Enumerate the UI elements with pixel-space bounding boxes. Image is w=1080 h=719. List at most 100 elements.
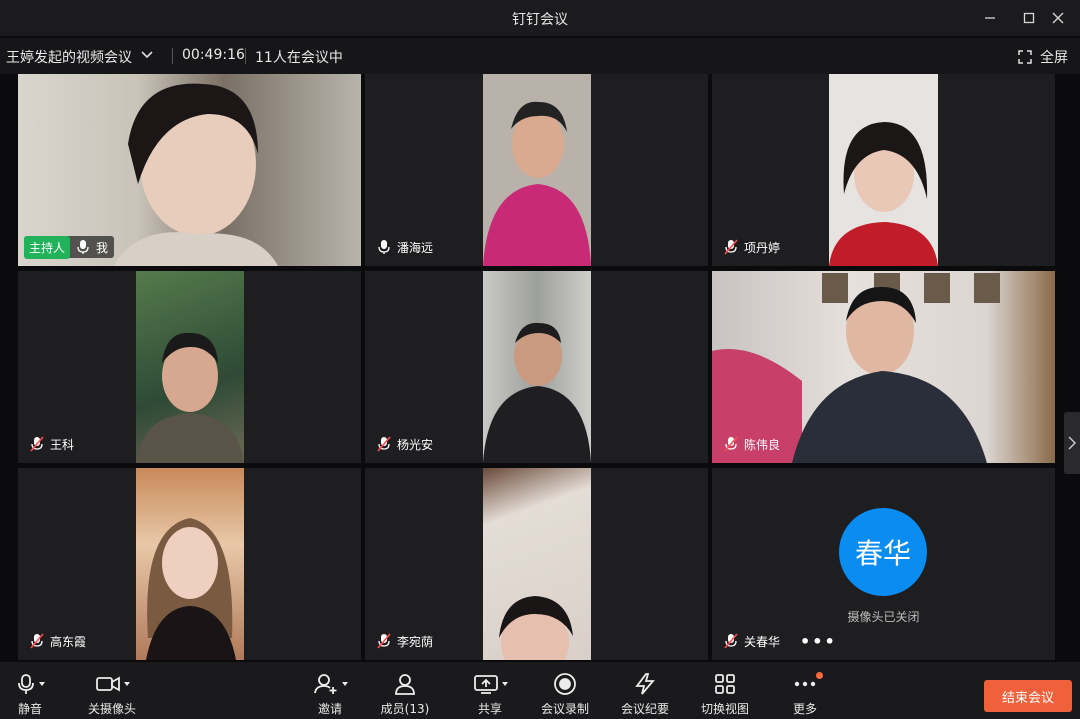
avatar: 春华 (839, 508, 927, 596)
participant-namebar: 高东霞 (30, 630, 86, 652)
window-title: 钉钉会议 (512, 12, 568, 28)
microphone-muted-icon (377, 436, 391, 452)
share-label: 共享 (477, 702, 502, 716)
meeting-info-bar: 王婷发起的视频会议 00:49:16 11人在会议中 全屏 (0, 38, 1080, 74)
participant-tile[interactable]: 王科 (18, 271, 361, 463)
microphone-muted-icon (724, 239, 738, 255)
more-options-button[interactable]: ••• (800, 632, 837, 651)
members-button[interactable]: 成员(13) (365, 670, 445, 717)
participant-tile[interactable]: 潘海远 (365, 74, 708, 266)
microphone-icon (77, 240, 89, 254)
participant-name: 高东霞 (50, 634, 87, 649)
next-page-button[interactable] (1064, 412, 1080, 474)
minutes-label: 会议纪要 (620, 702, 669, 716)
person-silhouette (136, 332, 244, 463)
microphone-muted-icon (30, 633, 44, 649)
invite-button[interactable]: 邀请 (290, 670, 370, 717)
divider (245, 48, 246, 64)
end-meeting-button[interactable]: 结束会议 (984, 680, 1072, 712)
chevron-right-icon (1068, 436, 1076, 450)
participant-video (483, 271, 591, 463)
meeting-name[interactable]: 王婷发起的视频会议 (6, 47, 132, 67)
chevron-down-icon[interactable] (140, 48, 154, 62)
participant-namebar: 王科 (30, 433, 74, 455)
maximize-icon (1023, 12, 1035, 24)
person-silhouette (499, 596, 573, 660)
switch-view-label: 切换视图 (700, 702, 749, 716)
participant-namebar: 李宛荫 (377, 630, 433, 652)
minimize-icon (985, 17, 995, 19)
participant-video (829, 74, 938, 266)
participant-tile[interactable]: 主持人 我 (18, 74, 361, 266)
close-button[interactable] (1036, 0, 1080, 36)
grid-view-icon (715, 674, 735, 694)
participant-namebar: 陈伟良 (724, 433, 780, 455)
title-bar: 钉钉会议 (0, 0, 1080, 36)
participant-name: 项丹婷 (744, 240, 781, 255)
add-user-icon (313, 674, 336, 694)
microphone-muted-icon (30, 436, 44, 452)
record-label: 会议录制 (540, 702, 589, 716)
person-silhouette (483, 322, 591, 463)
share-button[interactable]: 共享 (450, 670, 530, 717)
video-grid: 主持人 我 潘海远 项丹婷 王科 杨光安 陈伟良 高东霞 李宛荫 春华 摄像头已… (0, 74, 1080, 662)
caret-down-icon[interactable] (38, 682, 45, 686)
participant-name: 关春华 (744, 634, 781, 649)
record-button[interactable]: 会议录制 (525, 670, 605, 717)
minimize-button[interactable] (968, 0, 1012, 36)
participant-tile[interactable]: 高东霞 (18, 468, 361, 660)
participant-name: 我 (96, 240, 109, 255)
switch-view-button[interactable]: 切换视图 (685, 670, 765, 717)
microphone-muted-icon (377, 633, 391, 649)
fullscreen-icon (1018, 50, 1032, 64)
participant-tile[interactable]: 杨光安 (365, 271, 708, 463)
caret-down-icon[interactable] (341, 682, 348, 686)
participant-tile[interactable]: 李宛荫 (365, 468, 708, 660)
invite-label: 邀请 (317, 702, 342, 716)
participant-video (136, 468, 244, 660)
divider (172, 48, 173, 64)
participant-tile[interactable]: 陈伟良 (712, 271, 1055, 463)
person-silhouette (829, 122, 938, 266)
meeting-timer: 00:49:16 (182, 47, 245, 63)
record-icon (554, 673, 576, 695)
participant-tile[interactable]: 项丹婷 (712, 74, 1055, 266)
participant-tile[interactable]: 春华 摄像头已关闭 关春华 ••• (712, 468, 1055, 660)
notification-dot (816, 672, 823, 679)
caret-down-icon[interactable] (501, 682, 508, 686)
participant-name: 潘海远 (397, 240, 434, 255)
video-camera-icon (95, 676, 120, 692)
microphone-icon (17, 674, 34, 694)
microphone-muted-icon (724, 633, 738, 649)
participant-video (136, 271, 244, 463)
participant-namebar: 杨光安 (377, 433, 433, 455)
participant-namebar: 关春华 ••• (724, 630, 837, 652)
participant-namebar: 项丹婷 (724, 236, 780, 258)
person-silhouette (146, 518, 236, 660)
participant-namebar: 主持人 我 (24, 235, 115, 259)
camera-off-status: 摄像头已关闭 (847, 610, 920, 624)
participant-name: 陈伟良 (744, 437, 781, 452)
participant-name: 李宛荫 (397, 634, 434, 649)
participants-status: 11人在会议中 (255, 50, 343, 66)
mute-label: 静音 (17, 702, 42, 716)
more-dots-icon (794, 681, 816, 687)
participant-name: 杨光安 (397, 437, 434, 452)
fullscreen-button[interactable]: 全屏 (1018, 47, 1068, 67)
camera-off-label: 关摄像头 (87, 702, 136, 716)
mute-button[interactable]: 静音 (0, 670, 70, 717)
members-label: 成员(13) (380, 702, 430, 716)
participant-video (483, 74, 591, 266)
participant-video (483, 468, 591, 660)
host-badge: 主持人 (24, 235, 71, 259)
microphone-icon (378, 240, 390, 254)
members-icon (395, 674, 415, 695)
participant-name: 王科 (50, 437, 75, 452)
camera-button[interactable]: 关摄像头 (72, 670, 152, 717)
lightning-icon (635, 673, 655, 695)
screen-share-icon (473, 675, 498, 694)
meeting-toolbar: 静音 关摄像头 邀请 成员(13) 共享 会议录制 会议纪要 切换视图 更多 (0, 662, 1080, 719)
minutes-button[interactable]: 会议纪要 (605, 670, 685, 717)
caret-down-icon[interactable] (123, 682, 130, 686)
more-button[interactable]: 更多 (765, 670, 845, 717)
